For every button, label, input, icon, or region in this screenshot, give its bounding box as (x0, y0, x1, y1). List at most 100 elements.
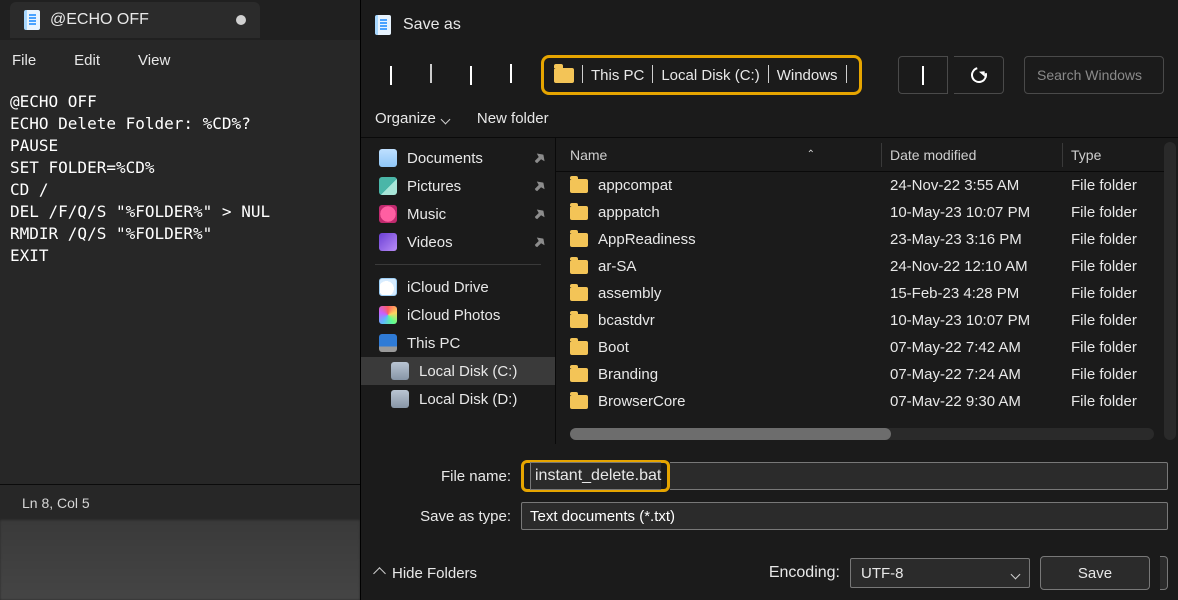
vertical-scrollbar[interactable] (1164, 142, 1176, 440)
save-button[interactable]: Save (1040, 556, 1150, 590)
disk-icon (391, 390, 409, 408)
horizontal-scrollbar[interactable] (570, 428, 1154, 440)
breadcrumb[interactable]: This PC Local Disk (C:) Windows (541, 55, 862, 95)
status-bar: Ln 8, Col 5 (0, 484, 360, 520)
chevron-down-icon (1012, 565, 1019, 582)
row-date: 07-May-22 7:42 AM (882, 339, 1062, 356)
file-row[interactable]: appcompat 24-Nov-22 3:55 AM File folder (556, 172, 1164, 199)
row-name: assembly (598, 285, 661, 302)
file-row[interactable]: ar-SA 24-Nov-22 12:10 AM File folder (556, 253, 1164, 280)
row-date: 24-Nov-22 12:10 AM (882, 258, 1062, 275)
row-date: 10-May-23 10:07 PM (882, 312, 1062, 329)
savetype-label: Save as type: (371, 508, 521, 525)
menu-view[interactable]: View (138, 52, 170, 69)
sidebar-item[interactable]: Videos (361, 228, 555, 256)
sidebar-item[interactable]: Documents (361, 144, 555, 172)
row-type: File folder (1063, 258, 1164, 275)
path-dropdown-button[interactable] (898, 56, 948, 94)
arrow-right-icon (430, 66, 432, 84)
recent-button[interactable] (455, 59, 487, 91)
sidebar-icon (379, 306, 397, 324)
sidebar-item[interactable]: iCloud Photos (361, 301, 555, 329)
editor-content[interactable]: @ECHO OFF ECHO Delete Folder: %CD%? PAUS… (0, 83, 360, 484)
folder-icon (570, 395, 588, 409)
filename-highlight: instant_delete.bat (521, 460, 670, 492)
organize-button[interactable]: Organize (375, 110, 449, 127)
menu-file[interactable]: File (12, 52, 36, 69)
breadcrumb-seg[interactable]: This PC (591, 67, 644, 84)
sort-indicator-icon: ⌃ (807, 149, 815, 160)
sidebar-drive-item[interactable]: Local Disk (D:) (361, 385, 555, 413)
chevron-right-icon (652, 66, 653, 84)
row-date: 24-Nov-22 3:55 AM (882, 177, 1062, 194)
col-date-header[interactable]: Date modified (882, 147, 1062, 163)
file-row[interactable]: Branding 07-May-22 7:24 AM File folder (556, 361, 1164, 388)
row-name: Branding (598, 366, 658, 383)
row-name: apppatch (598, 204, 660, 221)
row-type: File folder (1063, 231, 1164, 248)
back-button[interactable] (375, 59, 407, 91)
savetype-value: Text documents (*.txt) (530, 508, 675, 525)
row-type: File folder (1063, 339, 1164, 356)
sidebar-label: Pictures (407, 178, 461, 195)
folder-icon (570, 341, 588, 355)
new-folder-button[interactable]: New folder (477, 110, 549, 127)
savetype-select[interactable]: Text documents (*.txt) (521, 502, 1168, 530)
row-name: bcastdvr (598, 312, 655, 329)
col-name-header[interactable]: Name ⌃ (556, 147, 881, 163)
row-date: 07-Mav-22 9:30 AM (882, 393, 1062, 410)
row-type: File folder (1063, 285, 1164, 302)
file-row[interactable]: apppatch 10-May-23 10:07 PM File folder (556, 199, 1164, 226)
filename-input[interactable]: instant_delete.bat (530, 462, 661, 490)
file-row[interactable]: assembly 15-Feb-23 4:28 PM File folder (556, 280, 1164, 307)
sidebar-item[interactable]: Pictures (361, 172, 555, 200)
encoding-value: UTF-8 (861, 565, 904, 582)
refresh-icon (968, 64, 990, 86)
save-button-label: Save (1078, 565, 1112, 582)
refresh-button[interactable] (954, 56, 1004, 94)
hide-folders-label: Hide Folders (392, 565, 477, 582)
sidebar-item[interactable]: This PC (361, 329, 555, 357)
dialog-title: Save as (403, 16, 461, 34)
sidebar-label: Videos (407, 234, 453, 251)
dialog-toolbar: Organize New folder (361, 100, 1178, 138)
organize-label: Organize (375, 110, 436, 127)
sidebar-label: Local Disk (C:) (419, 363, 517, 380)
sidebar-icon (379, 177, 397, 195)
chevron-right-icon (846, 66, 847, 84)
unsaved-dot-icon (236, 15, 246, 25)
notepad-tab[interactable]: @ECHO OFF (10, 2, 260, 38)
folder-icon (570, 260, 588, 274)
folder-icon (570, 179, 588, 193)
up-button[interactable] (495, 59, 527, 91)
file-row[interactable]: BrowserCore 07-Mav-22 9:30 AM File folde… (556, 388, 1164, 415)
arrow-left-icon (390, 66, 392, 84)
breadcrumb-seg[interactable]: Local Disk (C:) (661, 67, 759, 84)
col-type-header[interactable]: Type (1063, 147, 1164, 163)
row-type: File folder (1063, 204, 1164, 221)
sidebar-separator (375, 264, 541, 265)
sidebar-icon (379, 334, 397, 352)
row-name: Boot (598, 339, 629, 356)
row-name: AppReadiness (598, 231, 696, 248)
sidebar-item[interactable]: Music (361, 200, 555, 228)
file-row[interactable]: Boot 07-May-22 7:42 AM File folder (556, 334, 1164, 361)
sidebar-item[interactable]: iCloud Drive (361, 273, 555, 301)
breadcrumb-seg[interactable]: Windows (777, 67, 838, 84)
search-input[interactable]: Search Windows (1024, 56, 1164, 94)
row-date: 10-May-23 10:07 PM (882, 204, 1062, 221)
filename-value: instant_delete.bat (535, 467, 661, 485)
file-row[interactable]: AppReadiness 23-May-23 3:16 PM File fold… (556, 226, 1164, 253)
forward-button[interactable] (415, 59, 447, 91)
encoding-select[interactable]: UTF-8 (850, 558, 1030, 588)
folder-icon (570, 206, 588, 220)
sidebar-drive-item[interactable]: Local Disk (C:) (361, 357, 555, 385)
sidebar-icon (379, 205, 397, 223)
hide-folders-button[interactable]: Hide Folders (375, 565, 477, 582)
file-row[interactable]: bcastdvr 10-May-23 10:07 PM File folder (556, 307, 1164, 334)
sidebar-label: Documents (407, 150, 483, 167)
filename-input-rest[interactable] (670, 462, 1168, 490)
menu-edit[interactable]: Edit (74, 52, 100, 69)
disk-icon (391, 362, 409, 380)
cancel-button-stub[interactable] (1160, 556, 1168, 590)
